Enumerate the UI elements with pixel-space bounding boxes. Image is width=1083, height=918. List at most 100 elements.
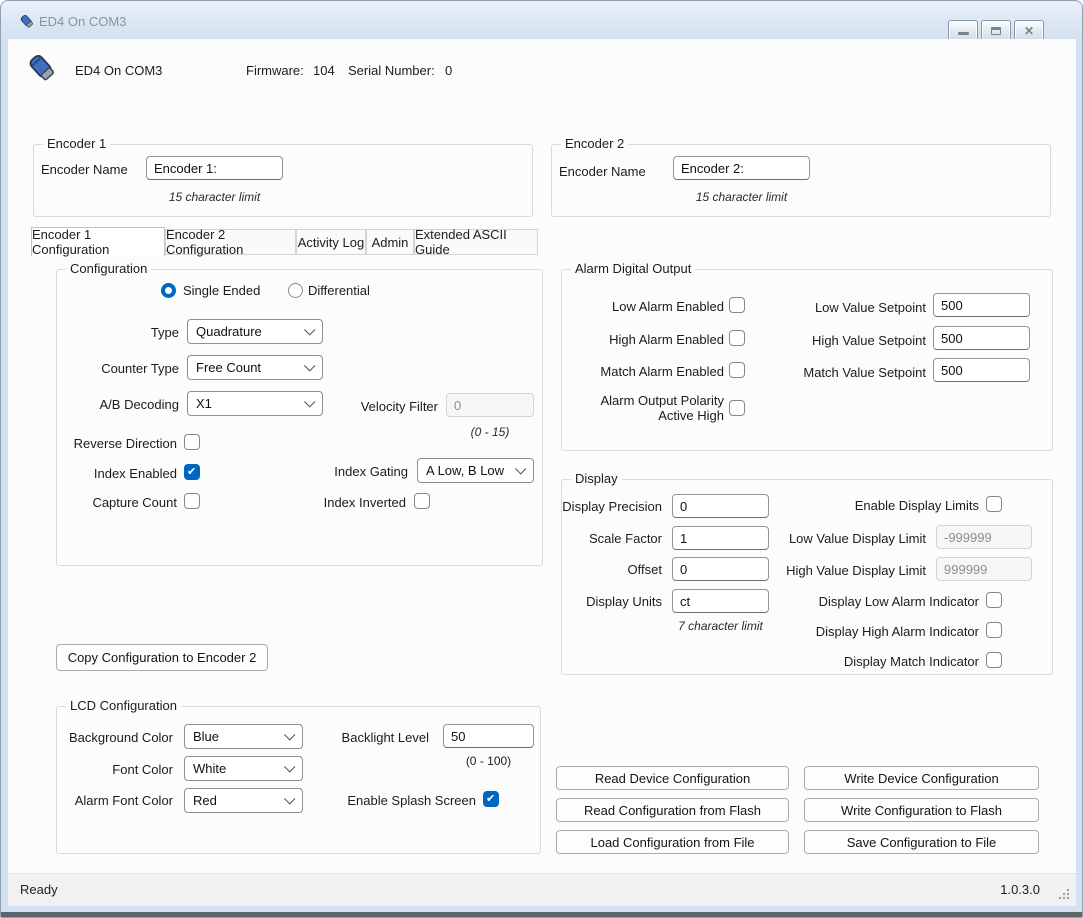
encoder1-group-title: Encoder 1 xyxy=(43,136,110,152)
ab-decoding-dropdown[interactable]: X1 xyxy=(187,391,323,416)
high-alarm-enabled-checkbox[interactable] xyxy=(729,330,745,346)
enable-display-limits-label: Enable Display Limits xyxy=(791,498,979,514)
window-bottom-edge xyxy=(1,912,1082,917)
type-dropdown[interactable]: Quadrature xyxy=(187,319,323,344)
serial-number-value: 0 xyxy=(445,63,452,79)
chevron-down-icon xyxy=(284,761,295,772)
backlight-level-input[interactable] xyxy=(443,724,534,748)
resize-grip-icon[interactable] xyxy=(1057,887,1069,899)
encoder2-limit-note: 15 character limit xyxy=(673,189,810,205)
write-configuration-to-flash-button[interactable]: Write Configuration to Flash xyxy=(804,798,1039,822)
index-enabled-label: Index Enabled xyxy=(41,466,177,482)
alarm-group-title: Alarm Digital Output xyxy=(571,261,695,277)
font-color-value: White xyxy=(193,761,226,776)
tab-encoder1-configuration[interactable]: Encoder 1 Configuration xyxy=(31,227,165,256)
window-controls: ✕ xyxy=(948,20,1044,41)
save-configuration-to-file-button[interactable]: Save Configuration to File xyxy=(804,830,1039,854)
close-button[interactable]: ✕ xyxy=(1014,20,1044,41)
display-group-title: Display xyxy=(571,471,622,487)
tab-activity-log[interactable]: Activity Log xyxy=(296,229,366,255)
encoder1-name-input[interactable] xyxy=(146,156,283,180)
background-color-dropdown[interactable]: Blue xyxy=(184,724,303,749)
display-low-alarm-indicator-checkbox[interactable] xyxy=(986,592,1002,608)
configuration-group-title: Configuration xyxy=(66,261,151,277)
scale-factor-input[interactable] xyxy=(672,526,769,550)
high-value-setpoint-label: High Value Setpoint xyxy=(793,333,926,349)
high-value-setpoint-input[interactable] xyxy=(933,326,1030,350)
type-value: Quadrature xyxy=(196,324,262,339)
single-ended-radio[interactable] xyxy=(161,283,176,298)
display-match-indicator-checkbox[interactable] xyxy=(986,652,1002,668)
background-color-label: Background Color xyxy=(56,730,173,746)
velocity-filter-range-note: (0 - 15) xyxy=(446,424,534,440)
alarm-font-color-label: Alarm Font Color xyxy=(56,793,173,809)
font-color-dropdown[interactable]: White xyxy=(184,756,303,781)
display-low-alarm-indicator-label: Display Low Alarm Indicator xyxy=(791,594,979,610)
read-configuration-from-flash-button[interactable]: Read Configuration from Flash xyxy=(556,798,789,822)
status-text: Ready xyxy=(20,882,58,897)
low-value-setpoint-input[interactable] xyxy=(933,293,1030,317)
reverse-direction-checkbox[interactable] xyxy=(184,434,200,450)
chevron-down-icon xyxy=(284,729,295,740)
alarm-font-color-dropdown[interactable]: Red xyxy=(184,788,303,813)
write-device-configuration-button[interactable]: Write Device Configuration xyxy=(804,766,1039,790)
close-icon: ✕ xyxy=(1024,25,1034,37)
configuration-group: Configuration xyxy=(56,269,543,566)
encoder2-name-input[interactable] xyxy=(673,156,810,180)
tab-extended-ascii-guide[interactable]: Extended ASCII Guide xyxy=(414,229,538,255)
font-color-label: Font Color xyxy=(56,762,173,778)
type-label: Type xyxy=(79,325,179,341)
enable-display-limits-checkbox[interactable] xyxy=(986,496,1002,512)
window-title: ED4 On COM3 xyxy=(39,14,126,29)
minimize-icon xyxy=(958,32,969,35)
low-alarm-enabled-label: Low Alarm Enabled xyxy=(576,299,724,315)
low-alarm-enabled-checkbox[interactable] xyxy=(729,297,745,313)
low-value-display-limit-label: Low Value Display Limit xyxy=(771,531,926,547)
enable-splash-screen-checkbox[interactable] xyxy=(483,791,499,807)
serial-number-label: Serial Number: xyxy=(348,63,435,79)
display-precision-input[interactable] xyxy=(672,494,769,518)
backlight-level-label: Backlight Level xyxy=(339,730,429,746)
alarm-polarity-checkbox[interactable] xyxy=(729,400,745,416)
maximize-button[interactable] xyxy=(981,20,1011,41)
differential-radio[interactable] xyxy=(288,283,303,298)
encoder2-name-label: Encoder Name xyxy=(559,164,646,180)
load-configuration-from-file-button[interactable]: Load Configuration from File xyxy=(556,830,789,854)
index-enabled-checkbox[interactable] xyxy=(184,464,200,480)
low-value-display-limit-input xyxy=(936,525,1032,549)
high-alarm-enabled-label: High Alarm Enabled xyxy=(576,332,724,348)
display-high-alarm-indicator-checkbox[interactable] xyxy=(986,622,1002,638)
minimize-button[interactable] xyxy=(948,20,978,41)
app-screen: ED4 On COM3 ✕ ED4 On COM3 Firmware: 104 … xyxy=(0,0,1083,918)
tab-admin[interactable]: Admin xyxy=(366,229,414,255)
status-bar: Ready 1.0.3.0 xyxy=(8,873,1076,906)
match-value-setpoint-input[interactable] xyxy=(933,358,1030,382)
index-inverted-checkbox[interactable] xyxy=(414,493,430,509)
offset-input[interactable] xyxy=(672,557,769,581)
chevron-down-icon xyxy=(304,324,315,335)
velocity-filter-label: Velocity Filter xyxy=(351,399,438,415)
index-gating-dropdown[interactable]: A Low, B Low xyxy=(417,458,534,483)
app-window: ED4 On COM3 ✕ ED4 On COM3 Firmware: 104 … xyxy=(0,0,1083,918)
capture-count-checkbox[interactable] xyxy=(184,493,200,509)
display-units-note: 7 character limit xyxy=(672,618,769,634)
lcd-group-title: LCD Configuration xyxy=(66,698,181,714)
high-value-display-limit-label: High Value Display Limit xyxy=(771,563,926,579)
firmware-value: 104 xyxy=(313,63,335,79)
encoder2-group-title: Encoder 2 xyxy=(561,136,628,152)
read-device-configuration-button[interactable]: Read Device Configuration xyxy=(556,766,789,790)
counter-type-dropdown[interactable]: Free Count xyxy=(187,355,323,380)
firmware-label: Firmware: xyxy=(246,63,304,79)
encoder2-group: Encoder 2 xyxy=(551,144,1051,217)
counter-type-label: Counter Type xyxy=(79,361,179,377)
backlight-range-note: (0 - 100) xyxy=(443,753,534,769)
display-units-label: Display Units xyxy=(561,594,662,610)
alarm-font-color-value: Red xyxy=(193,793,217,808)
match-value-setpoint-label: Match Value Setpoint xyxy=(793,365,926,381)
display-units-input[interactable] xyxy=(672,589,769,613)
version-text: 1.0.3.0 xyxy=(1000,882,1040,897)
tab-encoder2-configuration[interactable]: Encoder 2 Configuration xyxy=(165,229,296,255)
match-alarm-enabled-checkbox[interactable] xyxy=(729,362,745,378)
copy-configuration-button[interactable]: Copy Configuration to Encoder 2 xyxy=(56,644,268,671)
scale-factor-label: Scale Factor xyxy=(561,531,662,547)
